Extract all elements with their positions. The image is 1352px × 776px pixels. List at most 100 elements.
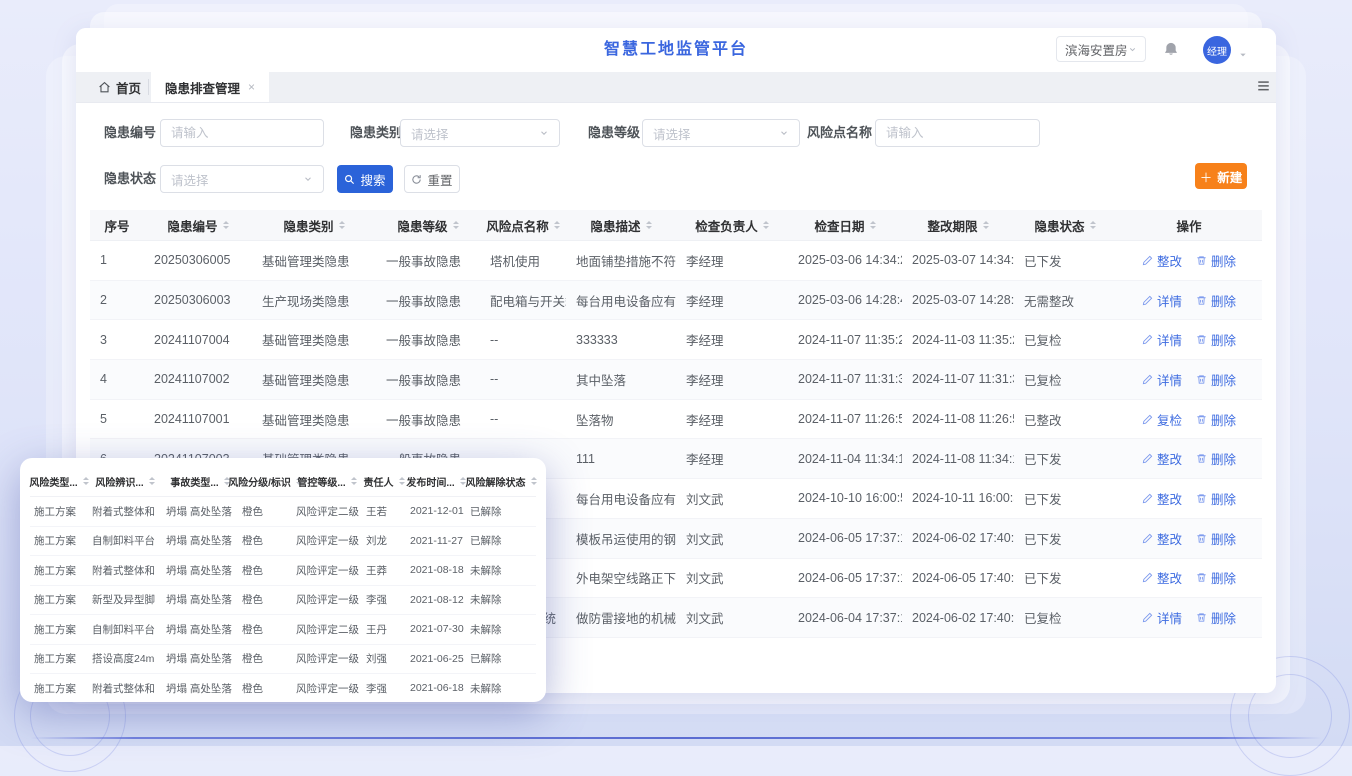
delete-link[interactable]: 删除 xyxy=(1196,291,1236,310)
column-header[interactable]: 风险辨识... xyxy=(88,474,162,489)
column-header[interactable]: 隐患描述 xyxy=(566,210,676,240)
cell-category: 基础管理类隐患 xyxy=(252,330,376,349)
sort-caret-icon[interactable] xyxy=(339,218,345,232)
overlay-cell-control: 风险评定一级 xyxy=(292,651,362,666)
column-header-label: 管控等级... xyxy=(297,474,345,489)
overlay-cell-publish: 2021-11-27 xyxy=(406,535,466,547)
filter-select-level[interactable]: 请选择 xyxy=(642,119,800,147)
app-header: 智慧工地监管平台 滨海安置房 经理 xyxy=(76,28,1276,72)
overlay-cell-identify: 搭设高度24m xyxy=(88,651,162,666)
action-primary-link[interactable]: 整改 xyxy=(1142,449,1182,468)
overlay-cell-publish: 2021-08-12 xyxy=(406,594,466,606)
column-header[interactable]: 责任人 xyxy=(362,474,406,489)
delete-link[interactable]: 删除 xyxy=(1196,489,1236,508)
action-primary-link[interactable]: 整改 xyxy=(1142,568,1182,587)
delete-link[interactable]: 删除 xyxy=(1196,410,1236,429)
column-header[interactable]: 检查负责人 xyxy=(676,210,788,240)
column-header[interactable]: 隐患类别 xyxy=(252,210,376,240)
action-primary-link[interactable]: 整改 xyxy=(1142,251,1182,270)
action-primary-link[interactable]: 详情 xyxy=(1142,608,1182,627)
cell-status: 已下发 xyxy=(1014,529,1116,548)
cell-actions: 整改删除 xyxy=(1116,568,1262,587)
action-primary-link[interactable]: 详情 xyxy=(1142,370,1182,389)
action-primary-link[interactable]: 详情 xyxy=(1142,291,1182,310)
cell-actions: 整改 删除 xyxy=(1116,529,1262,548)
column-header-label: 风险点名称 xyxy=(486,216,549,235)
delete-link[interactable]: 删除 xyxy=(1196,608,1236,627)
trash-icon xyxy=(1196,453,1207,464)
delete-link[interactable]: 删除 xyxy=(1196,251,1236,270)
close-icon[interactable]: × xyxy=(248,80,255,94)
delete-label: 删除 xyxy=(1211,529,1236,548)
action-primary-link[interactable]: 详情 xyxy=(1142,330,1182,349)
sort-caret-icon[interactable] xyxy=(763,218,769,232)
bell-icon[interactable] xyxy=(1163,41,1179,63)
avatar[interactable]: 经理 xyxy=(1203,36,1231,64)
cell-inspector: 刘文武 xyxy=(676,608,788,627)
column-header[interactable]: 发布时间... xyxy=(406,474,466,489)
cell-deadline: 2024-11-07 11:31:34 xyxy=(902,372,1014,386)
column-header-label: 隐患类别 xyxy=(283,216,333,235)
create-button[interactable]: ＋ 新建 xyxy=(1195,163,1247,189)
trash-icon xyxy=(1196,334,1207,345)
overlay-cell-release: 未解除 xyxy=(466,592,536,607)
sort-caret-icon[interactable] xyxy=(223,218,229,232)
menu-icon[interactable] xyxy=(1256,79,1271,98)
sort-caret-icon[interactable] xyxy=(149,474,155,488)
sort-caret-icon[interactable] xyxy=(351,474,357,488)
action-primary-link[interactable]: 复检 xyxy=(1142,410,1182,429)
cell-deadline: 2024-06-05 17:40:51 xyxy=(902,571,1014,585)
column-header[interactable]: 风险解除状态 xyxy=(466,474,536,489)
filter-input-risk-point[interactable] xyxy=(876,120,1039,146)
delete-link[interactable]: 删除 xyxy=(1196,529,1236,548)
sort-caret-icon[interactable] xyxy=(531,474,537,488)
tab-active-label: 隐患排查管理 xyxy=(165,78,240,97)
sort-caret-icon[interactable] xyxy=(1090,218,1096,232)
sort-caret-icon[interactable] xyxy=(399,474,405,488)
cell-check_date: 2024-11-07 11:35:23 xyxy=(788,333,902,347)
filter-select-category[interactable]: 请选择 xyxy=(400,119,560,147)
column-header[interactable]: 事故类型... xyxy=(162,474,238,489)
action-primary-label: 整改 xyxy=(1157,489,1182,508)
search-button[interactable]: 搜索 xyxy=(337,165,393,193)
column-header[interactable]: 隐患编号 xyxy=(144,210,252,240)
sort-caret-icon[interactable] xyxy=(646,218,652,232)
reset-button[interactable]: 重置 xyxy=(404,165,460,193)
column-header[interactable]: 风险点名称 xyxy=(480,210,566,240)
action-primary-link[interactable]: 整改 xyxy=(1142,489,1182,508)
sort-caret-icon[interactable] xyxy=(983,218,989,232)
delete-link[interactable]: 删除 xyxy=(1196,449,1236,468)
delete-link[interactable]: 删除 xyxy=(1196,568,1236,587)
overlay-cell-owner: 李强 xyxy=(362,592,406,607)
delete-link[interactable]: 删除 xyxy=(1196,370,1236,389)
cell-status: 已下发 xyxy=(1014,489,1116,508)
action-primary-label: 详情 xyxy=(1157,291,1182,310)
column-header-label: 检查负责人 xyxy=(695,216,758,235)
project-select[interactable]: 滨海安置房 xyxy=(1056,36,1146,62)
sort-caret-icon[interactable] xyxy=(453,218,459,232)
cell-deadline: 2024-06-02 17:40:40 xyxy=(902,611,1014,625)
trash-icon xyxy=(1196,533,1207,544)
column-header[interactable]: 风险分级/标识 xyxy=(238,474,292,489)
column-header[interactable]: 整改期限 xyxy=(902,210,1014,240)
filter-select-status[interactable]: 请选择 xyxy=(160,165,324,193)
delete-link[interactable]: 删除 xyxy=(1196,330,1236,349)
column-header[interactable]: 风险类型... xyxy=(30,474,88,489)
action-primary-link[interactable]: 整改 xyxy=(1142,529,1182,548)
column-header-label: 责任人 xyxy=(364,474,394,489)
tab-hidden-danger-management[interactable]: 隐患排查管理 × xyxy=(151,72,269,102)
column-header[interactable]: 检查日期 xyxy=(788,210,902,240)
sort-caret-icon[interactable] xyxy=(554,218,560,232)
tab-home[interactable]: 首页 xyxy=(88,72,151,102)
column-header-label: 风险辨识... xyxy=(95,474,143,489)
risk-list-overlay: 风险类型... 风险辨识... 事故类型...风险分级/标识管控等级... 责任人发布… xyxy=(20,458,546,702)
overlay-cell-control: 风险评定二级 xyxy=(292,504,362,519)
column-header[interactable]: 隐患状态 xyxy=(1014,210,1116,240)
overlay-cell-accident: 坍塌 高处坠落 xyxy=(162,533,238,548)
column-header[interactable]: 管控等级... xyxy=(292,474,362,489)
overlay-cell-control: 风险评定一级 xyxy=(292,592,362,607)
filter-input-code[interactable] xyxy=(161,120,323,146)
sort-caret-icon[interactable] xyxy=(870,218,876,232)
avatar-chevron-down-icon[interactable] xyxy=(1238,46,1248,64)
column-header[interactable]: 隐患等级 xyxy=(376,210,480,240)
